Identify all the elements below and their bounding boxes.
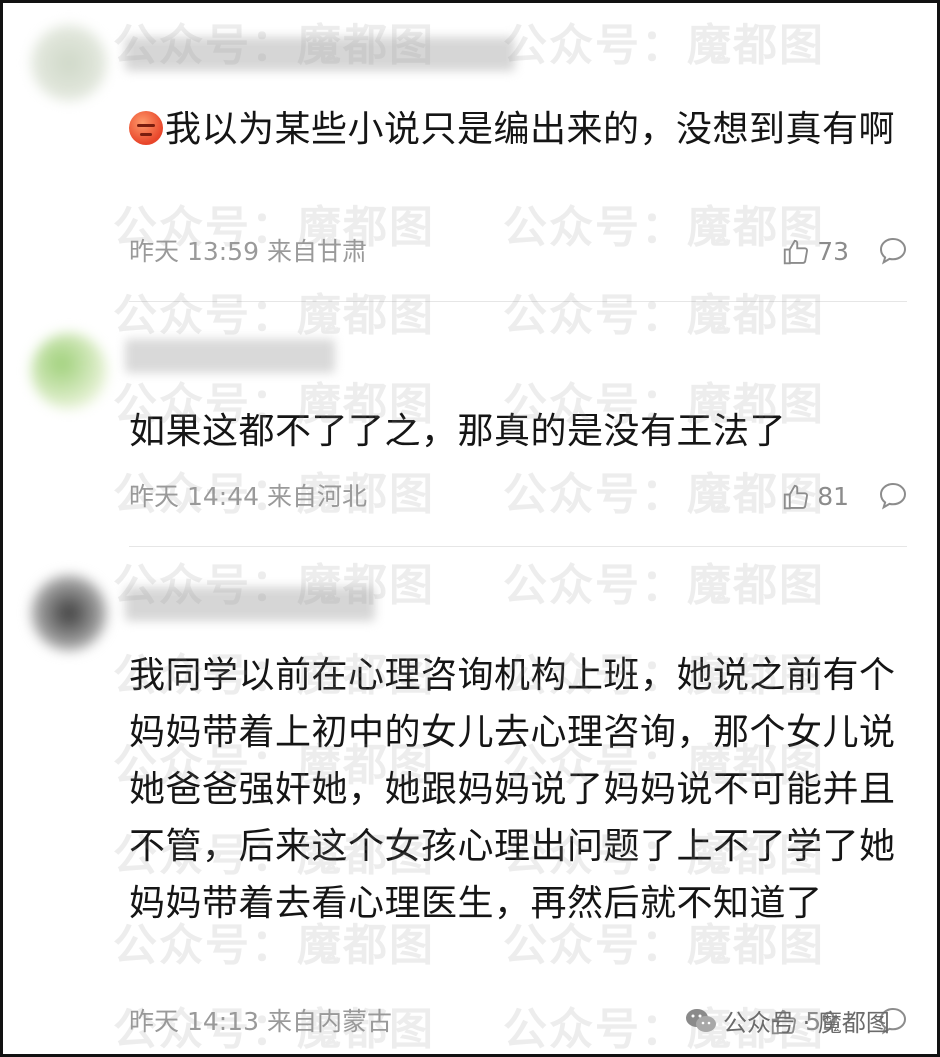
watermark-text: 公众号：魔都图 (503, 202, 825, 253)
username-blurred[interactable] (125, 37, 515, 71)
comment-time: 昨天 13:59 (129, 237, 259, 266)
comment-location: 来自内蒙古 (267, 1007, 393, 1036)
username-blurred[interactable] (125, 339, 335, 373)
reply-icon[interactable] (877, 235, 909, 267)
avatar[interactable] (31, 25, 107, 101)
username-blurred[interactable] (125, 587, 375, 621)
thumbs-up-icon (784, 484, 809, 510)
watermark-text: 公众号：魔都图 (503, 20, 825, 71)
comment-meta: 昨天 14:13 来自内蒙古 (129, 1005, 392, 1039)
comment-text-body: 如果这都不了了之，那真的是没有王法了 (129, 411, 787, 452)
comment-text-body: 我以为某些小说只是编出来的，没想到真有啊 (165, 109, 896, 150)
comment-text: 我以为某些小说只是编出来的，没想到真有啊 (129, 101, 899, 158)
account-watermark: 公众号 · 魔都图 (685, 1003, 890, 1038)
avatar[interactable] (31, 333, 107, 409)
comment-text: 我同学以前在心理咨询机构上班，她说之前有个妈妈带着上初中的女儿去心理咨询，那个女… (129, 647, 899, 932)
like-count: 81 (817, 482, 849, 511)
like-button[interactable]: 81 (781, 480, 849, 514)
comment-meta: 昨天 14:44 来自河北 (129, 480, 367, 514)
like-count: 73 (817, 237, 849, 266)
wechat-icon (686, 1008, 716, 1032)
comment-meta: 昨天 13:59 来自甘肃 (129, 235, 367, 269)
watermark-text: 公众号：魔都图 (503, 560, 825, 611)
avatar[interactable] (31, 575, 107, 651)
divider (129, 301, 907, 302)
like-button[interactable]: 73 (781, 235, 849, 269)
comment-time: 昨天 14:13 (129, 1007, 259, 1036)
thumbs-up-icon (784, 239, 809, 265)
account-watermark-text: 公众号 · 魔都图 (723, 1009, 890, 1037)
watermark-text: 公众号：魔都图 (113, 290, 435, 341)
divider (129, 546, 907, 547)
comment-time: 昨天 14:44 (129, 482, 259, 511)
reply-icon[interactable] (877, 480, 909, 512)
watermark-text: 公众号：魔都图 (503, 469, 825, 520)
comment-location: 来自甘肃 (267, 237, 368, 266)
comment-location: 来自河北 (267, 482, 368, 511)
angry-face-icon (129, 111, 163, 145)
watermark-text: 公众号：魔都图 (503, 290, 825, 341)
comment-text: 如果这都不了了之，那真的是没有王法了 (129, 403, 899, 460)
comment-text-body: 我同学以前在心理咨询机构上班，她说之前有个妈妈带着上初中的女儿去心理咨询，那个女… (129, 655, 896, 924)
comment-list: 我以为某些小说只是编出来的，没想到真有啊 昨天 13:59 来自甘肃 73 如果这… (0, 0, 940, 1057)
